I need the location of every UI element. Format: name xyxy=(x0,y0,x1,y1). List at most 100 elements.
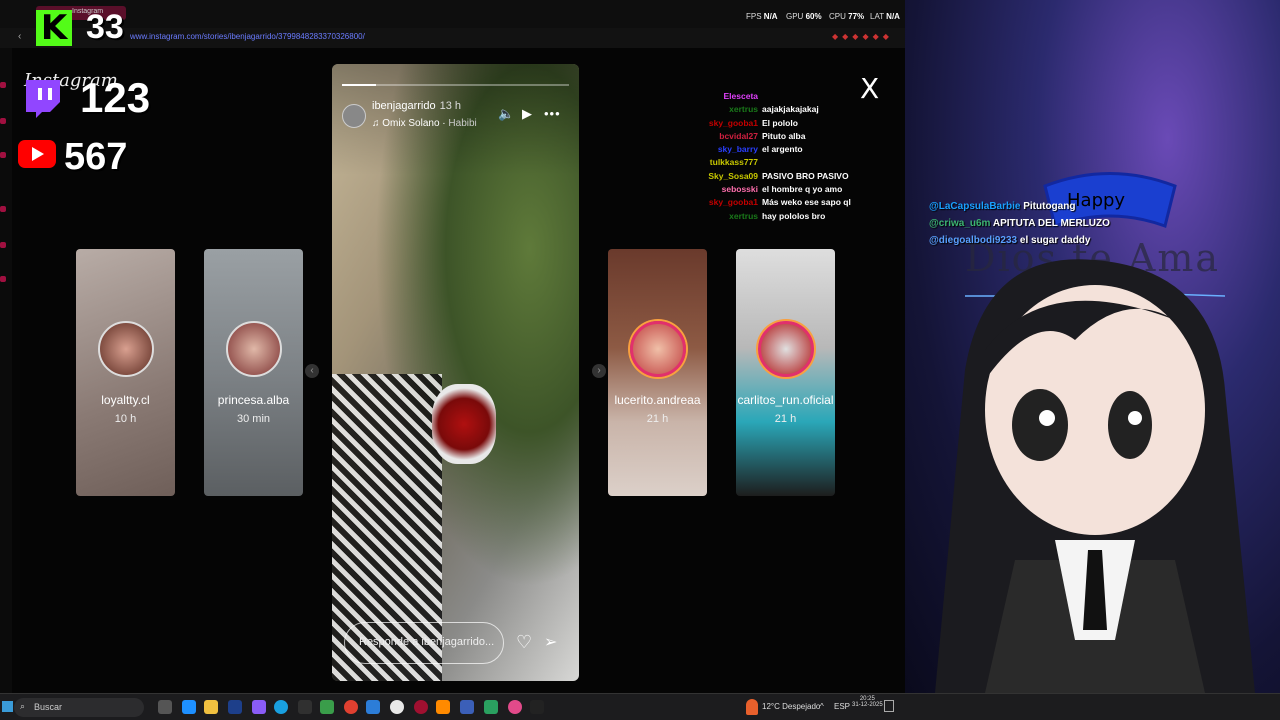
chat-text: el argento xyxy=(762,144,803,155)
story-card[interactable]: lucerito.andreaa 21 h xyxy=(608,249,707,496)
brave-icon[interactable] xyxy=(344,700,358,714)
taskbar-app-icon[interactable] xyxy=(414,700,428,714)
chat-username: Sky_Sosa09 xyxy=(708,170,758,181)
language-indicator[interactable]: ESP xyxy=(834,702,850,711)
chrome-icon[interactable] xyxy=(390,700,404,714)
vtuber-avatar-image xyxy=(935,259,1255,693)
taskbar-app-icon[interactable] xyxy=(460,700,474,714)
story-username: lucerito.andreaa xyxy=(614,393,701,407)
chat-message: Sky_Sosa09 PASIVO BRO PASIVO xyxy=(688,170,851,183)
prev-story-icon[interactable]: ‹ xyxy=(305,364,319,378)
perf-fps-value: N/A xyxy=(763,12,778,21)
story-author[interactable]: ibenjagarrido 13 h xyxy=(372,100,461,112)
perf-lat-label: LAT xyxy=(870,12,884,21)
perf-cpu-value: 77% xyxy=(848,12,865,21)
perf-cpu-label: CPU xyxy=(829,12,846,21)
story-card[interactable]: loyaltty.cl 10 h xyxy=(76,249,175,496)
perf-gpu-value: 60% xyxy=(805,12,822,21)
story-avatar xyxy=(97,321,154,377)
chat-message: sky_barry el argento xyxy=(688,143,851,156)
close-story-button[interactable]: X xyxy=(860,72,879,105)
story-card[interactable]: carlitos_run.oficial 21 h xyxy=(736,249,835,496)
clock-date: 31-12-2025 xyxy=(852,702,883,708)
taskbar-app-icon[interactable] xyxy=(182,700,196,714)
story-avatar xyxy=(757,321,814,377)
kick-viewer-count: 33 xyxy=(86,8,124,46)
sidebar-app-icon[interactable] xyxy=(0,206,6,212)
stream-chat-username: @criwa_u6m xyxy=(929,218,993,229)
stream-chat-message: @criwa_u6m APITUTA DEL MERLUZO xyxy=(929,215,1110,232)
perf-fps-label: FPS xyxy=(746,12,762,21)
file-explorer-icon[interactable] xyxy=(204,700,218,714)
main-story[interactable]: ibenjagarrido 13 h ♫ Omix Solano · Habibi… xyxy=(332,64,579,681)
chat-text: Más weko ese sapo ql xyxy=(762,197,851,208)
flowers-icon xyxy=(432,384,496,464)
twitch-logo-icon xyxy=(26,80,60,118)
taskbar-app-icon[interactable] xyxy=(320,700,334,714)
address-bar[interactable]: ‹ www.instagram.com/stories/ibenjagarrid… xyxy=(0,28,905,48)
perf-lat: LAT N/A xyxy=(870,12,900,21)
send-icon[interactable]: ➢ xyxy=(544,632,557,652)
taskbar-app-icon[interactable] xyxy=(228,700,242,714)
tray-chevron-icon[interactable]: ^ xyxy=(820,702,824,711)
windows-start-icon[interactable] xyxy=(2,701,13,712)
music-title: Habibi xyxy=(448,118,477,129)
chat-message: tulkkass777 xyxy=(688,156,851,169)
story-music[interactable]: ♫ Omix Solano · Habibi xyxy=(372,118,477,129)
perf-fps: FPS N/A xyxy=(746,12,778,21)
url-text[interactable]: www.instagram.com/stories/ibenjagarrido/… xyxy=(130,32,365,41)
taskbar-search-text: Buscar xyxy=(34,702,63,712)
chat-username: sebosski xyxy=(721,184,758,195)
chat-text: hay pololos bro xyxy=(762,210,826,221)
vtuber-stream-panel: Happy Dios te Ama @LaCapsulaBarbie Pitut… xyxy=(905,0,1280,693)
sidebar-app-icon[interactable] xyxy=(0,242,6,248)
story-author-name[interactable]: ibenjagarrido xyxy=(372,100,436,112)
story-username: loyaltty.cl xyxy=(101,393,150,407)
story-time: 21 h xyxy=(646,413,669,425)
edge-icon[interactable] xyxy=(274,700,288,714)
play-icon[interactable]: ▶ xyxy=(522,106,532,122)
chat-username: xertrus xyxy=(729,210,758,221)
chat-username: sky_barry xyxy=(717,144,758,155)
desktop: Instagram FPS N/A GPU 60% CPU 77% LAT N/… xyxy=(0,0,1280,720)
next-story-icon[interactable]: › xyxy=(592,364,606,378)
like-icon[interactable]: ♡ xyxy=(516,632,532,653)
youtube-chat-overlay: @LaCapsulaBarbie Pitutogang @criwa_u6m AP… xyxy=(929,198,1110,249)
chat-text: aajakjakajakaj xyxy=(762,104,819,115)
story-author-avatar[interactable] xyxy=(342,104,366,128)
notification-icon[interactable] xyxy=(884,700,894,712)
perf-lat-value: N/A xyxy=(886,12,900,21)
stream-chat-username: @diegoalbodi9233 xyxy=(929,235,1020,246)
story-avatar xyxy=(225,321,282,377)
clock[interactable]: 20:25 31-12-2025 xyxy=(852,696,883,708)
taskbar-app-icon[interactable] xyxy=(298,700,312,714)
kick-logo-icon: K xyxy=(36,10,72,46)
search-icon: ⌕ xyxy=(20,701,26,711)
reply-input[interactable]: Responde a ibenjagarrido... xyxy=(344,622,504,664)
taskbar-search[interactable]: ⌕ Buscar xyxy=(14,698,144,717)
sidebar-app-icon[interactable] xyxy=(0,118,6,124)
chat-text: PASIVO BRO PASIVO xyxy=(762,170,849,181)
taskbar-app-icon[interactable] xyxy=(366,700,380,714)
sidebar-app-icon[interactable] xyxy=(0,276,6,282)
more-icon[interactable]: ••• xyxy=(544,106,561,121)
back-icon[interactable]: ‹ xyxy=(18,31,21,42)
twitch-viewer-count: 123 xyxy=(80,74,151,121)
music-icon: ♫ xyxy=(372,118,383,129)
perf-gpu-label: GPU xyxy=(786,12,804,21)
sidebar-app-icon[interactable] xyxy=(0,82,6,88)
sidebar-app-icon[interactable] xyxy=(0,152,6,158)
music-artist: Omix Solano xyxy=(382,118,440,129)
youtube-logo-icon xyxy=(18,140,56,168)
extension-icons[interactable]: ◆◆◆◆◆◆ xyxy=(832,32,893,41)
taskbar-app-icon[interactable] xyxy=(484,700,498,714)
taskbar-app-icon[interactable] xyxy=(508,700,522,714)
task-view-icon[interactable] xyxy=(158,700,172,714)
taskbar-app-icon[interactable] xyxy=(252,700,266,714)
taskbar-app-icon[interactable] xyxy=(530,700,544,714)
story-username: carlitos_run.oficial xyxy=(737,393,834,407)
mute-icon[interactable]: 🔈 xyxy=(498,106,514,122)
taskbar-app-icon[interactable] xyxy=(436,700,450,714)
weather-text[interactable]: 12°C Despejado xyxy=(762,702,820,711)
story-card[interactable]: princesa.alba 30 min xyxy=(204,249,303,496)
